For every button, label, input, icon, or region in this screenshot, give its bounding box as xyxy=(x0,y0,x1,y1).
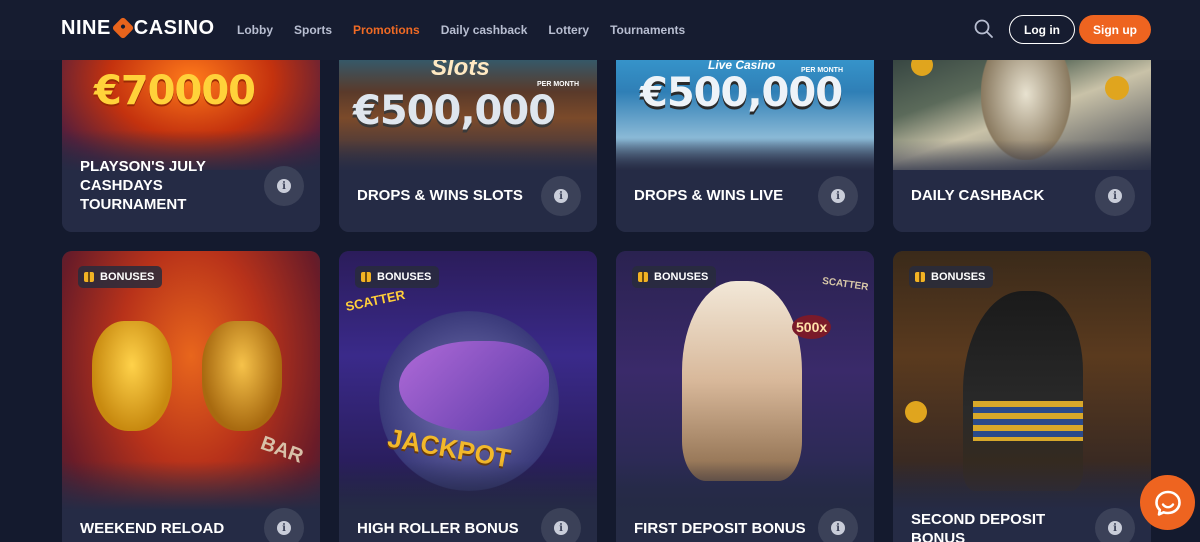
login-button[interactable]: Log in xyxy=(1009,15,1075,44)
info-icon: i xyxy=(831,521,845,535)
bonuses-badge: BONUSES xyxy=(632,266,717,288)
promo-title: FIRST DEPOSIT BONUS xyxy=(634,520,806,537)
nav-promotions[interactable]: Promotions xyxy=(353,23,420,37)
promo-card-second-deposit[interactable]: BONUSES SECOND DEPOSIT BONUS i xyxy=(893,251,1151,542)
promo-image-text: 500x xyxy=(792,315,832,339)
info-icon: i xyxy=(831,189,845,203)
promo-title: HIGH ROLLER BONUS xyxy=(357,520,519,537)
info-button[interactable]: i xyxy=(818,176,858,216)
badge-label: BONUSES xyxy=(100,271,155,283)
logo-text-nine: NINE xyxy=(61,16,111,39)
promo-title: DROPS & WINS LIVE xyxy=(634,187,784,204)
info-icon: i xyxy=(277,521,291,535)
promo-card-high-roller[interactable]: SCATTER JACKPOT BONUSES HIGH ROLLER BONU… xyxy=(339,251,597,542)
gift-icon xyxy=(84,272,94,282)
info-icon: i xyxy=(554,521,568,535)
badge-label: BONUSES xyxy=(654,271,709,283)
nav-lottery[interactable]: Lottery xyxy=(548,23,589,37)
promo-card-playson[interactable]: €70000 PLAYSON'S JULY CASHDAYS TOURNAMEN… xyxy=(62,40,320,232)
info-button[interactable]: i xyxy=(264,508,304,542)
promo-title: DROPS & WINS SLOTS xyxy=(357,187,523,204)
signup-button[interactable]: Sign up xyxy=(1079,15,1151,44)
bonuses-badge: BONUSES xyxy=(355,266,440,288)
main-nav: Lobby Sports Promotions Daily cashback L… xyxy=(237,0,706,60)
gift-icon xyxy=(638,272,648,282)
promo-image-amount: €500,000 xyxy=(353,88,556,134)
promo-title: PLAYSON'S JULY CASHDAYS TOURNAMENT xyxy=(80,158,206,213)
promo-card-drops-wins-slots[interactable]: Slots PER MONTH €500,000 DROPS & WINS SL… xyxy=(339,40,597,232)
gift-icon xyxy=(915,272,925,282)
dice-icon xyxy=(111,16,135,40)
nav-sports[interactable]: Sports xyxy=(294,23,332,37)
promo-image-amount: €500,000 xyxy=(640,70,843,116)
gift-icon xyxy=(361,272,371,282)
nav-tournaments[interactable]: Tournaments xyxy=(610,23,685,37)
promo-image-sub: PER MONTH xyxy=(537,81,579,88)
promo-image-caption: SCATTER xyxy=(344,286,407,315)
info-button[interactable]: i xyxy=(1095,508,1135,542)
badge-label: BONUSES xyxy=(377,271,432,283)
bonuses-badge: BONUSES xyxy=(909,266,994,288)
site-logo[interactable]: NINE CASINO xyxy=(61,16,215,40)
site-header: NINE CASINO Lobby Sports Promotions Dail… xyxy=(0,0,1200,60)
info-button[interactable]: i xyxy=(541,176,581,216)
nav-daily-cashback[interactable]: Daily cashback xyxy=(441,23,528,37)
promo-card-weekend-reload[interactable]: BAR BONUSES WEEKEND RELOAD i xyxy=(62,251,320,542)
promo-title: SECOND DEPOSIT BONUS xyxy=(911,511,1046,542)
promo-card-daily-cashback[interactable]: DAILY CASHBACK i xyxy=(893,40,1151,232)
nav-lobby[interactable]: Lobby xyxy=(237,23,273,37)
promo-card-first-deposit[interactable]: 500x SCATTER BONUSES FIRST DEPOSIT BONUS… xyxy=(616,251,874,542)
promo-image-caption: SCATTER xyxy=(821,275,870,294)
chat-bubble-icon[interactable] xyxy=(1140,475,1195,530)
logo-text-casino: CASINO xyxy=(133,16,215,39)
info-button[interactable]: i xyxy=(541,508,581,542)
promo-card-drops-wins-live[interactable]: Live Casino PER MONTH €500,000 DROPS & W… xyxy=(616,40,874,232)
badge-label: BONUSES xyxy=(931,271,986,283)
promo-image-amount: €70000 xyxy=(94,68,256,114)
promo-title: DAILY CASHBACK xyxy=(911,187,1045,204)
info-icon: i xyxy=(554,189,568,203)
info-icon: i xyxy=(1108,521,1122,535)
search-icon[interactable] xyxy=(972,17,996,41)
promo-title: WEEKEND RELOAD xyxy=(80,520,225,537)
info-icon: i xyxy=(1108,189,1122,203)
bonuses-badge: BONUSES xyxy=(78,266,163,288)
info-button[interactable]: i xyxy=(1095,176,1135,216)
info-button[interactable]: i xyxy=(264,166,304,206)
info-icon: i xyxy=(277,179,291,193)
info-button[interactable]: i xyxy=(818,508,858,542)
